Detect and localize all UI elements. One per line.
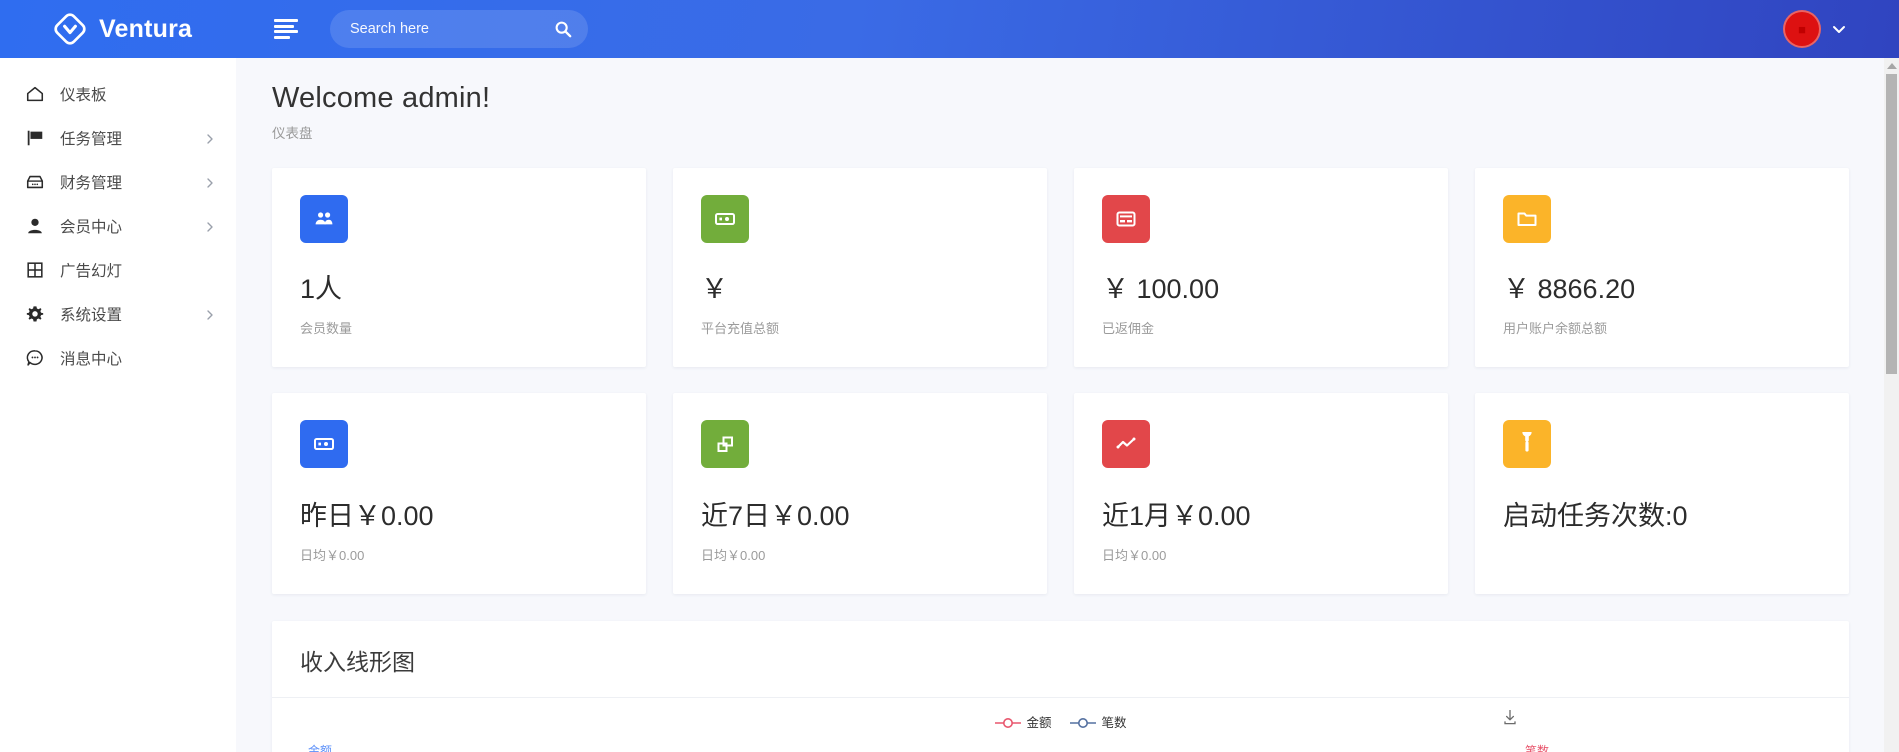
stat-label: 会员数量 [300,321,353,336]
search-box[interactable] [330,10,588,48]
stat-card-last-7-days-income[interactable]: 近7日￥0.00 日均￥0.00 [673,393,1047,594]
stat-label: 日均￥0.00 [701,548,766,563]
panel-header: 收入线形图 [272,621,1849,698]
user-icon [24,215,46,237]
stat-value: ￥ 8866.20 [1503,274,1636,304]
page-title: Welcome admin! [272,82,491,114]
sidebar-item-label: 仪表板 [60,87,107,104]
stat-value: ￥ [701,274,728,304]
search-icon[interactable] [554,20,572,38]
sidebar-item-system-settings[interactable]: 系统设置 [0,292,236,336]
topbar-user-area[interactable]: ■ [1783,10,1899,48]
main-content: Welcome admin! 仪表盘 1人 会员数量 ￥ 平台充值总额 ￥ 10… [236,58,1885,752]
stat-value: 昨日￥0.00 [300,501,434,531]
diamond-check-logo-icon [52,11,88,47]
stat-label: 已返佣金 [1102,321,1155,336]
inbox-icon [24,171,46,193]
top-navigation-bar: Ventura ■ [0,0,1899,58]
brand-name: Ventura [99,14,193,43]
sidebar-item-label: 财务管理 [60,175,123,192]
legend-marker-icon [994,716,1021,728]
stat-card-member-count[interactable]: 1人 会员数量 [272,168,646,367]
avatar[interactable]: ■ [1783,10,1821,48]
chevron-right-icon [204,176,216,188]
chat-icon [24,347,46,369]
scrollbar-thumb[interactable] [1886,74,1897,374]
stat-value: 1人 [300,274,343,304]
trend-line-icon [1102,420,1150,468]
stat-label: 平台充值总额 [701,321,780,336]
sidebar-item-task-management[interactable]: 任务管理 [0,116,236,160]
stat-value: ￥ 100.00 [1102,274,1220,304]
sidebar-item-member-center[interactable]: 会员中心 [0,204,236,248]
legend-marker-icon [1069,716,1096,728]
sidebar-item-label: 会员中心 [60,219,123,236]
sidebar: 仪表板 任务管理 财务管理 会员中心 广告幻灯 系统设置 消息中心 [0,58,236,752]
page-scrollbar[interactable] [1884,58,1899,752]
money-bill-icon [701,195,749,243]
breadcrumb: 仪表盘 [272,126,313,141]
stat-value: 近7日￥0.00 [701,501,850,531]
chevron-down-icon[interactable] [1831,21,1847,37]
folder-icon [1503,195,1551,243]
income-line-chart-panel: 收入线形图 金额 笔数 金额 笔数 [272,621,1849,752]
chevron-right-icon [204,308,216,320]
chart-right-axis-name: 笔数 [1524,744,1549,752]
chart-area[interactable]: 金额 笔数 金额 笔数 [272,698,1849,752]
chart-left-axis-name: 金额 [308,744,333,752]
search-input[interactable] [350,21,554,37]
scroll-up-arrow-icon[interactable] [1884,58,1899,74]
stat-label: 日均￥0.00 [1102,548,1167,563]
avatar-glyph: ■ [1798,21,1806,37]
stat-value: 近1月￥0.00 [1102,501,1251,531]
sidebar-item-label: 系统设置 [60,307,123,324]
stat-value: 启动任务次数:0 [1503,501,1688,531]
stat-card-platform-recharge-total[interactable]: ￥ 平台充值总额 [673,168,1047,367]
gear-icon [24,303,46,325]
hamburger-icon[interactable] [274,19,298,39]
copy-icon [701,420,749,468]
stat-card-task-start-count[interactable]: 启动任务次数:0 [1475,393,1849,594]
users-icon [300,195,348,243]
sidebar-item-dashboard[interactable]: 仪表板 [0,72,236,116]
brand-logo-area[interactable]: Ventura [0,0,236,58]
stat-label: 日均￥0.00 [300,548,365,563]
stat-cards-row-2: 昨日￥0.00 日均￥0.00 近7日￥0.00 日均￥0.00 近1月￥0.0… [272,393,1849,594]
money-bill-icon [300,420,348,468]
chevron-right-icon [204,220,216,232]
panel-title: 收入线形图 [300,649,415,675]
legend-label: 笔数 [1101,716,1127,730]
stat-card-yesterday-income[interactable]: 昨日￥0.00 日均￥0.00 [272,393,646,594]
legend-label: 金额 [1026,716,1052,730]
legend-item-amount[interactable]: 金额 [994,712,1052,731]
download-icon[interactable] [1501,708,1519,726]
stat-cards-row-1: 1人 会员数量 ￥ 平台充值总额 ￥ 100.00 已返佣金 ￥ 8866.20… [272,168,1849,367]
sidebar-item-finance-management[interactable]: 财务管理 [0,160,236,204]
sidebar-item-label: 广告幻灯 [60,263,123,280]
sidebar-item-label: 消息中心 [60,351,123,368]
sidebar-item-message-center[interactable]: 消息中心 [0,336,236,380]
stat-card-commission-paid[interactable]: ￥ 100.00 已返佣金 [1074,168,1448,367]
flag-icon [24,127,46,149]
grid-icon [24,259,46,281]
credit-card-icon [1102,195,1150,243]
chart-legend[interactable]: 金额 笔数 [994,712,1127,731]
home-icon [24,83,46,105]
stat-card-user-balance-total[interactable]: ￥ 8866.20 用户账户余额总额 [1475,168,1849,367]
stat-label: 用户账户余额总额 [1503,321,1608,336]
chevron-right-icon [204,132,216,144]
stat-card-last-month-income[interactable]: 近1月￥0.00 日均￥0.00 [1074,393,1448,594]
sidebar-item-ad-slides[interactable]: 广告幻灯 [0,248,236,292]
wrench-icon [1503,420,1551,468]
sidebar-item-label: 任务管理 [60,131,123,148]
legend-item-count[interactable]: 笔数 [1069,712,1127,731]
